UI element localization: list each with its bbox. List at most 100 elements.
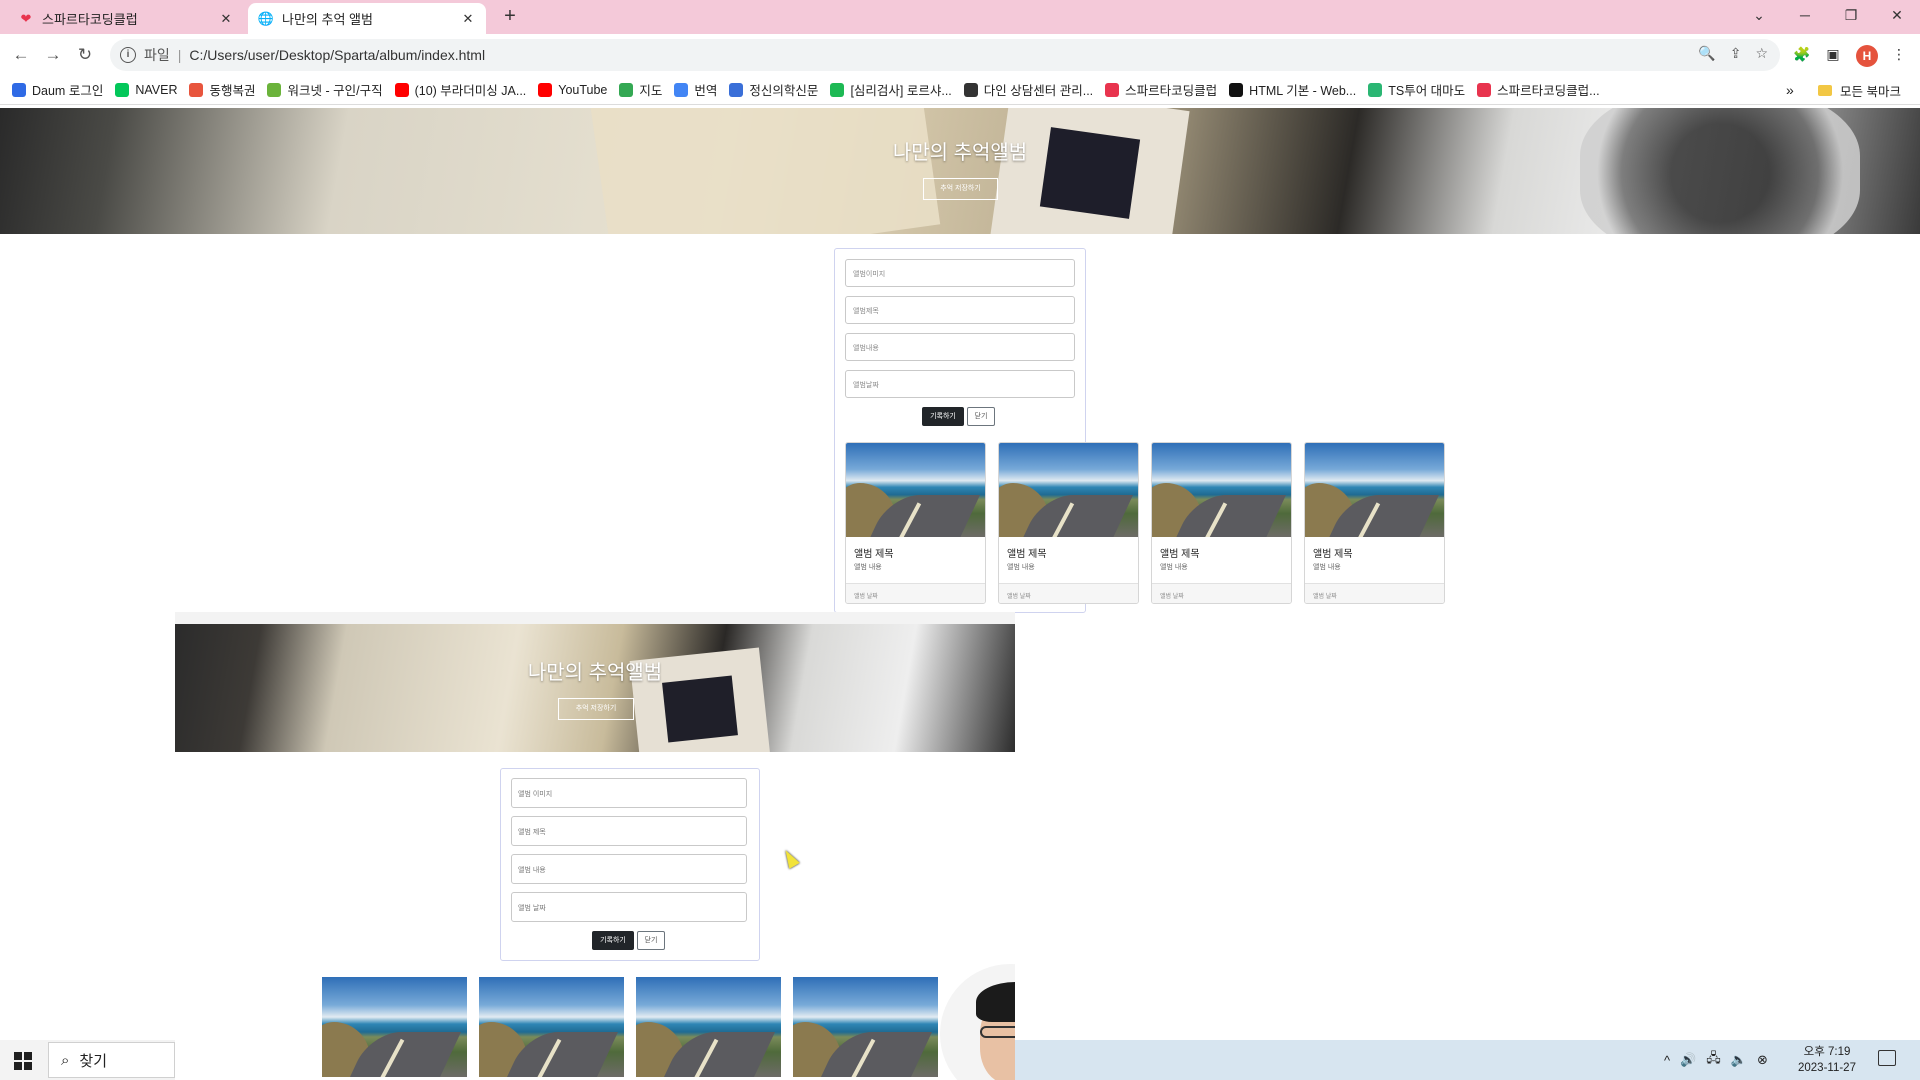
close-window-button[interactable]: ✕ [1874,0,1920,30]
notification-icon[interactable] [1878,1050,1896,1066]
back-arrow-icon[interactable]: ← [8,42,34,68]
tab-sparta[interactable]: ❤ 스파르타코딩클럽 ✕ [8,3,244,34]
album-date-field[interactable]: 앨범날짜 [845,370,1075,398]
translate-icon [674,82,689,97]
bookmark-item[interactable]: 지도 [619,80,662,99]
bookmark-label: YouTube [558,82,608,97]
bookmark-item[interactable]: 스파르타코딩클럽... [1477,80,1600,99]
album-card[interactable]: 앨범 제목 앨범 내용 앨범 날짜 [1151,442,1292,604]
album-card-date: 앨범 날짜 [999,583,1138,603]
overlay-close-button[interactable]: 닫기 [637,931,665,950]
album-card-content: 앨범 내용 [1160,564,1188,571]
tab-album[interactable]: 🌐 나만의 추억 앨범 ✕ [248,3,486,34]
bookmark-label: 다인 상담센터 관리... [983,84,1094,98]
maps-icon [619,82,634,97]
bookmark-label: 지도 [639,84,663,98]
scheme-label: 파일 [144,47,170,63]
volume-icon[interactable]: 🔈 [1731,1052,1747,1068]
album-image-field[interactable]: 앨범이미지 [845,259,1075,287]
hero-photo-card [589,108,941,234]
worknet-icon [267,82,282,97]
bookmarks-overflow-button[interactable]: » [1786,75,1794,105]
avatar[interactable]: H [1856,45,1878,67]
taskbar-clock[interactable]: 오후 7:19 2023-11-27 [1782,1044,1872,1076]
album-image [846,443,985,537]
tab-strip: ❤ 스파르타코딩클럽 ✕ 🌐 나만의 추억 앨범 ✕ + ⌄ ─ ❐ ✕ [0,0,1920,34]
bookmark-label: 워크넷 - 구인/구직 [287,84,383,98]
menu-icon[interactable]: ⋮ [1887,42,1911,66]
album-image [999,443,1138,537]
bookmark-item[interactable]: 다인 상담센터 관리... [963,80,1094,99]
extensions-icon[interactable]: 🧩 [1790,42,1814,66]
submit-button[interactable]: 기록하기 [922,407,964,426]
globe-icon [963,82,978,97]
url-text[interactable]: C:/Users/user/Desktop/Sparta/album/index… [189,47,485,63]
album-image [1152,443,1291,537]
bookmark-item[interactable]: 동행복권 [189,80,255,99]
side-panel-icon[interactable]: ▣ [1821,42,1845,66]
overlay-album-date-field[interactable]: 앨범 날짜 [511,892,747,922]
forward-arrow-icon[interactable]: → [40,42,66,68]
star-icon[interactable]: ☆ [1755,45,1768,62]
minimize-button[interactable]: ─ [1782,0,1828,30]
bookmark-label: Daum 로그인 [32,84,104,98]
hero-photo-camera [1580,108,1860,234]
bookmark-item[interactable]: 워크넷 - 구인/구직 [267,80,383,99]
overlay-browser-bar [175,612,1015,624]
tab-search-icon[interactable]: ⌄ [1736,0,1782,30]
share-icon[interactable]: ⇪ [1730,45,1742,62]
album-card[interactable]: 앨범 제목 앨범 내용 앨범 날짜 [845,442,986,604]
chat-icon [830,82,845,97]
zoom-icon[interactable]: 🔍 [1698,45,1715,62]
album-card-content: 앨범 내용 [1007,564,1035,571]
taskbar-search[interactable]: ⌕ 찾기 [48,1042,175,1078]
bookmark-item[interactable]: 정신의학신문 [729,80,818,99]
bookmark-item[interactable]: NAVER [115,82,177,97]
overlay-page-title: 나만의 추억앨범 [527,662,663,684]
album-card[interactable]: 앨범 제목 앨범 내용 앨범 날짜 [1304,442,1445,604]
overlay-album-image [636,977,781,1077]
bookmark-item[interactable]: (10) 부라더미싱 JA... [394,80,526,99]
overlay-album-form: 앨범 이미지 앨범 제목 앨범 내용 앨범 날짜 기록하기 닫기 [500,768,760,961]
album-card-title: 앨범 제목 [854,549,894,560]
overlay-save-memory-button[interactable]: 추억 저장하기 [558,698,634,720]
overlay-album-image [479,977,624,1077]
reload-icon[interactable]: ↻ [72,42,98,68]
info-icon[interactable]: i [120,47,136,63]
blocked-icon[interactable]: ⊗ [1757,1052,1768,1068]
overlay-album-image-field[interactable]: 앨범 이미지 [511,778,747,808]
browser-toolbar: ← → ↻ i 파일 | C:/Users/user/Desktop/Spart… [0,34,1920,75]
overlay-album-content-field[interactable]: 앨범 내용 [511,854,747,884]
bookmark-item[interactable]: HTML 기본 - Web... [1229,80,1356,99]
address-bar[interactable]: i 파일 | C:/Users/user/Desktop/Sparta/albu… [110,39,1780,71]
all-bookmarks-button[interactable]: 모든 북마크 [1818,75,1901,105]
hero-banner: 나만의 추억앨범 추억 저장하기 [0,108,1920,234]
close-icon[interactable]: ✕ [460,11,476,27]
bookmark-item[interactable]: 번역 [674,80,717,99]
network-icon[interactable]: 🖧 [1706,1049,1721,1071]
bookmark-item[interactable]: YouTube [538,82,608,97]
windows-start-icon[interactable] [14,1052,32,1070]
close-button[interactable]: 닫기 [967,407,995,426]
restore-button[interactable]: ❐ [1828,0,1874,30]
album-title-field[interactable]: 앨범제목 [845,296,1075,324]
album-card[interactable]: 앨범 제목 앨범 내용 앨범 날짜 [998,442,1139,604]
bookmark-item[interactable]: [심리검사] 로르샤... [830,80,952,99]
album-content-field[interactable]: 앨범내용 [845,333,1075,361]
album-card-content: 앨범 내용 [854,564,882,571]
youtube-icon [538,82,553,97]
speaker-icon[interactable]: 🔊 [1680,1052,1696,1068]
bookmark-item[interactable]: 스파르타코딩클럽 [1105,80,1217,99]
bookmark-item[interactable]: Daum 로그인 [12,80,103,99]
bookmark-item[interactable]: TS투어 대마도 [1368,80,1465,99]
chevron-up-icon[interactable]: ^ [1664,1053,1670,1068]
globe-icon: 🌐 [257,10,275,26]
close-icon[interactable]: ✕ [218,11,234,27]
save-memory-button[interactable]: 추억 저장하기 [923,178,998,200]
naver-icon [115,82,130,97]
new-tab-button[interactable]: + [498,5,522,29]
bookmark-label: 스파르타코딩클럽... [1497,84,1600,98]
mdn-icon [1229,82,1244,97]
overlay-album-title-field[interactable]: 앨범 제목 [511,816,747,846]
overlay-submit-button[interactable]: 기록하기 [592,931,634,950]
